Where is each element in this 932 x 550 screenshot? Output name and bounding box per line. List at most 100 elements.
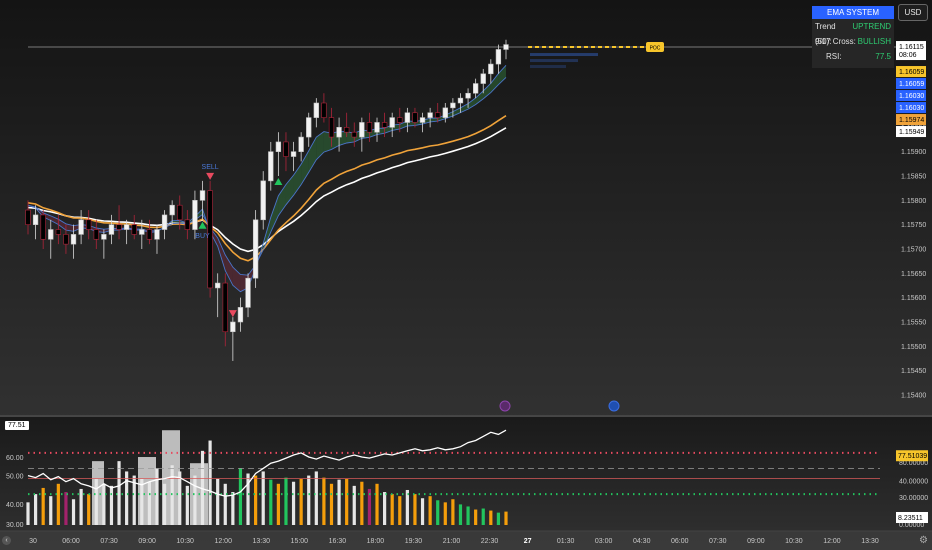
candle-body [108, 224, 115, 235]
oscillator-bar [398, 496, 402, 525]
price-label-text: 1.16030 [899, 105, 924, 112]
oscillator-bar [140, 478, 144, 525]
candle-body [222, 282, 228, 333]
poc-label: POC [650, 46, 661, 52]
table-row-cross: 9/17 Cross: BULLISH [812, 34, 894, 49]
price-label-text: 1.15974 [899, 117, 924, 124]
sell-signal-label: SELL [202, 164, 219, 171]
chart-area: 1.159501.159001.158501.158001.157501.157… [0, 0, 932, 550]
candle-body [123, 224, 130, 230]
time-tick-label: 09:00 [747, 538, 765, 545]
price-tick-label: 1.15900 [901, 149, 926, 156]
price-tick-label: 1.15450 [901, 368, 926, 375]
oscillator-bar [254, 475, 258, 525]
time-tick-label: 06:00 [62, 538, 80, 545]
oscillator-bar [223, 483, 227, 525]
oscillator-bar [155, 468, 159, 525]
osc-left-tick: 40.00 [6, 502, 24, 509]
candle-body [495, 49, 502, 65]
event-icon[interactable] [499, 400, 511, 412]
osc-value-tag: 77.51 [5, 421, 29, 430]
time-tick-label: 21:00 [443, 538, 461, 545]
candle-body [154, 229, 160, 240]
candle-body [457, 97, 464, 104]
candle-body [328, 117, 335, 138]
time-tick-label: 22:30 [481, 538, 499, 545]
candle-body [86, 219, 92, 230]
volume-profile-bar [530, 59, 578, 63]
candle-body [63, 234, 69, 245]
cross-value: BULLISH [857, 37, 891, 46]
candle-body [336, 127, 342, 138]
candle-body [169, 204, 175, 216]
oscillator-bar [102, 483, 106, 525]
candle-body [25, 209, 31, 225]
candle-body [237, 307, 244, 323]
price-tick-label: 1.15500 [901, 344, 926, 351]
candle-body [252, 219, 259, 279]
oscillator-bar [458, 504, 463, 525]
oscillator-bar [466, 506, 470, 525]
scroll-left-button[interactable]: ‹ [2, 536, 11, 545]
price-tick-label: 1.15850 [901, 174, 926, 181]
candle-body [488, 63, 494, 75]
volume-profile-bar [530, 53, 598, 57]
oscillator-bar [307, 475, 311, 525]
oscillator-bar [109, 485, 114, 525]
price-tick-label: 1.15700 [901, 247, 926, 254]
oscillator-bar [170, 465, 174, 525]
candle-body [450, 102, 456, 109]
time-tick-label: 01:30 [557, 538, 575, 545]
candle-body [283, 141, 289, 157]
oscillator-bar [443, 502, 447, 525]
table-row-trend: Trend (50): UPTREND [812, 19, 894, 46]
oscillator-bar [291, 481, 296, 525]
currency-button[interactable]: USD [898, 4, 928, 21]
time-tick-label: 06:00 [671, 538, 689, 545]
price-tick-label: 1.15650 [901, 271, 926, 278]
candle-body [359, 122, 365, 138]
oscillator-bar [390, 494, 394, 525]
oscillator-bar [360, 481, 364, 525]
oscillator-bar [474, 509, 478, 525]
oscillator-bar [451, 499, 455, 525]
oscillator-bar [26, 502, 30, 525]
price-tick-label: 1.15800 [901, 198, 926, 205]
time-tick-label: 30 [29, 538, 37, 545]
time-tick-label: 07:30 [709, 538, 727, 545]
price-label-time: 08:06 [899, 52, 917, 59]
candle-body [78, 219, 84, 235]
oscillator-bar [231, 492, 235, 525]
candle-body [199, 190, 206, 201]
oscillator-bar [436, 500, 440, 525]
oscillator-bar [94, 478, 98, 525]
osc-left-tick: 50.00 [6, 473, 24, 480]
oscillator-bar [41, 487, 45, 525]
time-tick-label: 10:30 [176, 538, 194, 545]
candle-body [313, 102, 319, 118]
oscillator-bar [352, 485, 356, 525]
oscillator-bar [79, 488, 83, 525]
oscillator-bar [383, 492, 387, 525]
price-label-text: 1.15949 [899, 129, 924, 136]
oscillator-bar [329, 483, 334, 525]
candle-body [192, 200, 198, 230]
osc-left-tick: 60.00 [6, 455, 24, 462]
chart-canvas: 1.159501.159001.158501.158001.157501.157… [0, 0, 932, 550]
candle-body [55, 229, 62, 235]
settings-gear-icon[interactable]: ⚙ [918, 535, 929, 546]
candle-body [116, 224, 122, 230]
oscillator-bar [314, 471, 318, 525]
oscillator-bar [337, 479, 341, 525]
candle-body [503, 44, 509, 50]
candle-body [321, 102, 327, 118]
time-tick-label: 04:30 [633, 538, 651, 545]
candle-body [465, 92, 471, 99]
cross-label: 9/17 Cross: [815, 37, 856, 46]
candle-body [146, 229, 153, 240]
table-row-rsi: RSI: 77.5 [812, 49, 894, 64]
event-icon[interactable] [608, 400, 620, 412]
candle-body [268, 151, 274, 182]
oscillator-bar [125, 471, 129, 525]
time-tick-label: 15:00 [291, 538, 309, 545]
